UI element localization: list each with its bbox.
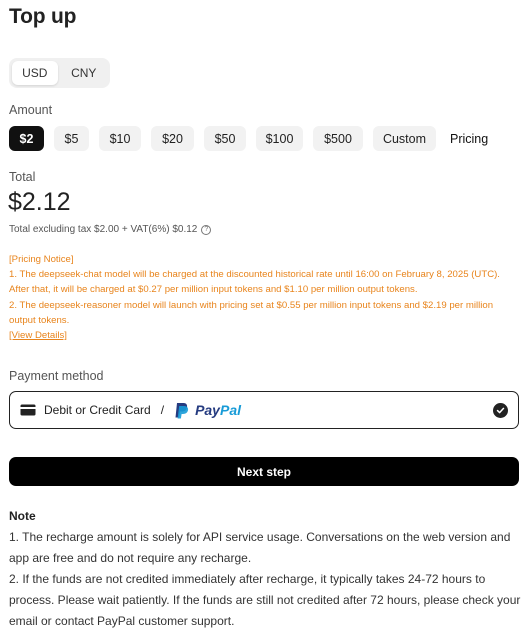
amount-2-button[interactable]: $2 <box>9 126 44 151</box>
tax-breakdown: Total excluding tax $2.00 + VAT(6%) $0.1… <box>9 224 212 235</box>
notice-heading: [Pricing Notice] <box>9 254 74 265</box>
paypal-wordmark-pal: Pal <box>219 402 241 418</box>
amount-custom-button[interactable]: Custom <box>373 126 436 151</box>
credit-card-icon <box>20 404 36 416</box>
payment-option-label: Debit or Credit Card <box>44 403 151 417</box>
payment-option[interactable]: Debit or Credit Card / PayPal <box>9 391 519 429</box>
view-details-link[interactable]: [View Details] <box>9 328 519 343</box>
pricing-link[interactable]: Pricing <box>450 132 488 146</box>
currency-cny-button[interactable]: CNY <box>61 61 107 85</box>
currency-usd-button[interactable]: USD <box>12 61 58 85</box>
note-line-2: 2. If the funds are not credited immedia… <box>9 572 521 628</box>
paypal-logo: PayPal <box>174 402 241 419</box>
pricing-notice: [Pricing Notice] 1. The deepseek-chat mo… <box>9 252 519 343</box>
amount-20-button[interactable]: $20 <box>151 126 194 151</box>
next-step-button[interactable]: Next step <box>9 457 519 486</box>
check-icon <box>493 403 508 418</box>
note-line-1: 1. The recharge amount is solely for API… <box>9 530 511 565</box>
total-amount: $2.12 <box>8 188 71 216</box>
notice-line-1: 1. The deepseek-chat model will be charg… <box>9 269 500 296</box>
payment-separator: / <box>160 403 165 417</box>
amount-5-button[interactable]: $5 <box>54 126 89 151</box>
paypal-icon <box>175 402 189 418</box>
page-title: Top up <box>9 5 77 28</box>
currency-toggle: USD CNY <box>9 58 110 88</box>
payment-method-label: Payment method <box>9 369 104 383</box>
info-icon[interactable]: ? <box>201 224 212 235</box>
note-title: Note <box>9 509 36 523</box>
total-label: Total <box>9 170 36 184</box>
amount-label: Amount <box>9 103 53 117</box>
amount-50-button[interactable]: $50 <box>204 126 246 151</box>
tax-breakdown-text: Total excluding tax $2.00 + VAT(6%) $0.1… <box>9 224 198 235</box>
amount-options: $2 $5 $10 $20 $50 $100 $500 Custom Prici… <box>9 126 488 151</box>
paypal-wordmark: PayPal <box>195 402 241 418</box>
paypal-wordmark-pay: Pay <box>195 402 220 418</box>
notice-line-2: 2. The deepseek-reasoner model will laun… <box>9 299 494 326</box>
amount-100-button[interactable]: $100 <box>256 126 303 151</box>
note-body: 1. The recharge amount is solely for API… <box>9 527 524 632</box>
amount-10-button[interactable]: $10 <box>99 126 141 151</box>
amount-500-button[interactable]: $500 <box>313 126 363 151</box>
